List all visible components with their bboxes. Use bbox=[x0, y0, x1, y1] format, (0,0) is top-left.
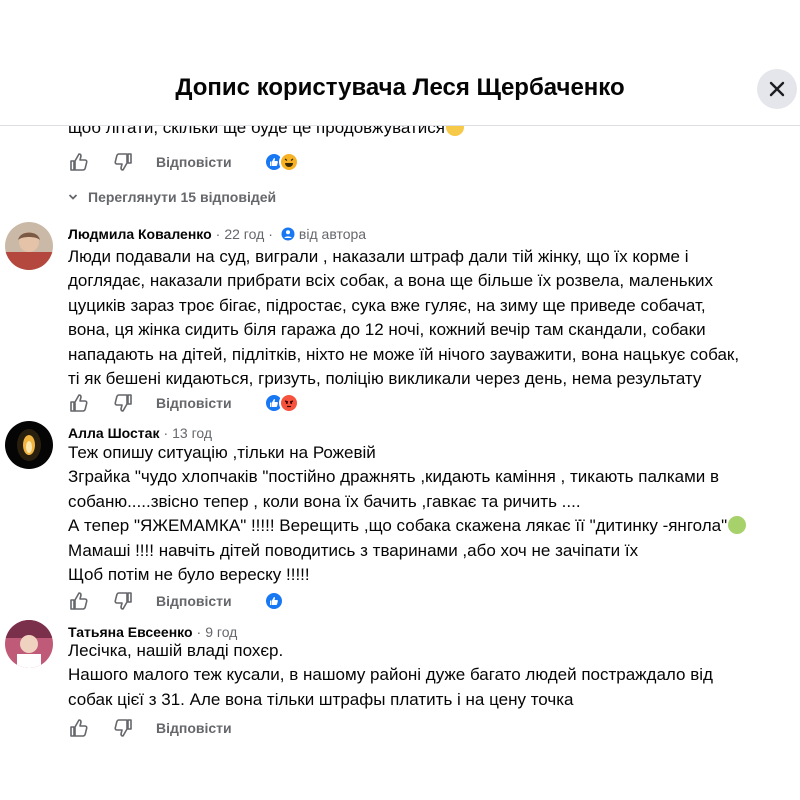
author-badge-icon bbox=[281, 227, 295, 241]
dislike-button[interactable] bbox=[112, 151, 134, 173]
avatar[interactable] bbox=[5, 620, 53, 668]
reply-button[interactable]: Відповісти bbox=[156, 154, 232, 170]
dislike-button[interactable] bbox=[112, 717, 134, 739]
chevron-down-icon bbox=[68, 192, 78, 202]
comment-timestamp[interactable]: 22 год bbox=[224, 226, 264, 242]
avatar[interactable] bbox=[5, 222, 53, 270]
comment-author[interactable]: Людмила Коваленко bbox=[68, 226, 212, 242]
like-button[interactable] bbox=[68, 392, 90, 414]
thumbs-up-icon bbox=[70, 719, 88, 737]
thumbs-up-icon bbox=[70, 153, 88, 171]
reaction-summary[interactable] bbox=[263, 152, 299, 172]
close-button[interactable] bbox=[757, 69, 797, 109]
haha-reaction-icon bbox=[278, 152, 299, 172]
thumbs-down-icon bbox=[114, 719, 132, 737]
avatar[interactable] bbox=[5, 421, 53, 469]
like-button[interactable] bbox=[68, 151, 90, 173]
thumbs-down-icon bbox=[114, 153, 132, 171]
comment-timestamp[interactable]: 13 год bbox=[172, 425, 212, 441]
close-icon bbox=[769, 81, 785, 97]
reaction-summary[interactable] bbox=[263, 591, 284, 611]
comment-author[interactable]: Алла Шостак bbox=[68, 425, 159, 441]
comment-text: Лесічка, нашій владі похєр. Нашого малог… bbox=[68, 641, 713, 709]
comment-author[interactable]: Татьяна Евсеенко bbox=[68, 624, 193, 640]
dislike-button[interactable] bbox=[112, 392, 134, 414]
reply-button[interactable]: Відповісти bbox=[156, 395, 232, 411]
page-title: Допис користувача Леся Щербаченко bbox=[175, 74, 625, 101]
thumbs-up-icon bbox=[70, 592, 88, 610]
comment-text: Люди подавали на суд, виграли , наказали… bbox=[68, 247, 740, 389]
thumbs-down-icon bbox=[114, 394, 132, 412]
like-button[interactable] bbox=[68, 717, 90, 739]
comment-actions: Відповісти bbox=[68, 716, 232, 740]
reaction-summary[interactable] bbox=[263, 393, 299, 413]
author-badge-label: від автора bbox=[298, 226, 367, 242]
post-header: Допис користувача Леся Щербаченко bbox=[0, 0, 800, 126]
like-reaction-icon bbox=[263, 591, 284, 611]
thumbs-up-icon bbox=[70, 394, 88, 412]
reply-button[interactable]: Відповісти bbox=[156, 720, 232, 736]
like-button[interactable] bbox=[68, 590, 90, 612]
dislike-button[interactable] bbox=[112, 590, 134, 612]
comment-text: Теж опишу ситуацію ,тільки на Рожевій Зг… bbox=[68, 441, 778, 587]
comment-actions: Відповісти bbox=[68, 150, 299, 174]
reply-button[interactable]: Відповісти bbox=[156, 593, 232, 609]
comment-actions: Відповісти bbox=[68, 589, 284, 613]
view-replies-link[interactable]: Переглянути 15 відповідей bbox=[68, 189, 276, 205]
author-badge: від автора bbox=[281, 226, 366, 242]
comment-actions: Відповісти bbox=[68, 391, 299, 415]
view-replies-label: Переглянути 15 відповідей bbox=[88, 189, 277, 205]
angry-reaction-icon bbox=[278, 393, 299, 413]
nauseated-emoji-icon bbox=[728, 516, 747, 535]
thumbs-down-icon bbox=[114, 592, 132, 610]
comment-timestamp[interactable]: 9 год bbox=[205, 624, 237, 640]
